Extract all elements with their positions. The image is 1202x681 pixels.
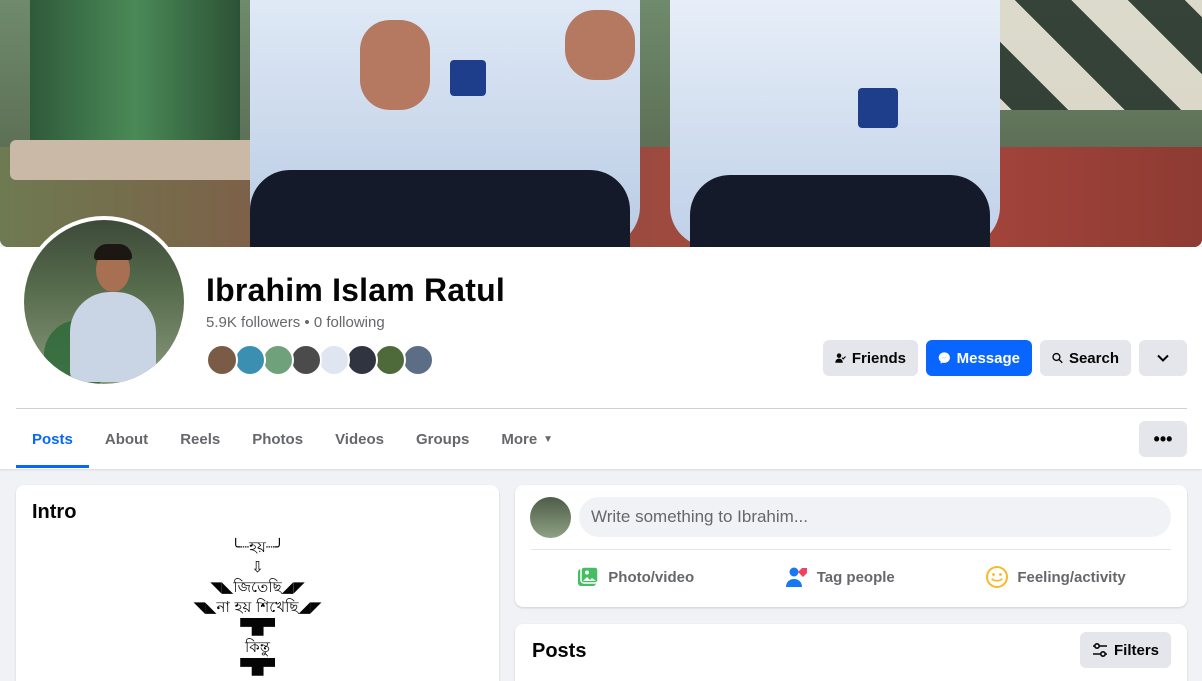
- mutual-friend-avatar[interactable]: [402, 344, 434, 376]
- photo-icon: [578, 566, 600, 586]
- mutual-friend-avatar[interactable]: [234, 344, 266, 376]
- friends-label: Friends: [851, 349, 906, 367]
- search-button[interactable]: Search: [1040, 340, 1131, 376]
- tabs-options-button[interactable]: •••: [1139, 421, 1187, 457]
- cover-hand: [565, 10, 635, 80]
- smiley-icon: [986, 566, 1009, 588]
- filter-sliders-icon: [1092, 642, 1107, 658]
- friends-button[interactable]: Friends: [823, 340, 918, 376]
- followers-link[interactable]: 5.9K followers: [206, 314, 300, 331]
- filters-button[interactable]: Filters: [1079, 632, 1171, 668]
- post-composer: Write something to Ibrahim... Photo/vide…: [515, 485, 1187, 607]
- ellipsis-icon: •••: [1153, 428, 1173, 449]
- tab-groups[interactable]: Groups: [400, 410, 485, 468]
- header-divider: [16, 408, 1187, 409]
- filters-label: Filters: [1113, 641, 1159, 659]
- mutual-friend-avatar[interactable]: [318, 344, 350, 376]
- tab-photos[interactable]: Photos: [236, 410, 319, 468]
- intro-card: Intro ╰┈হয়┈╯ ⇩ ◥◣জিতেছি◢◤ ◥◣না হয় শিখে…: [16, 485, 499, 681]
- profile-avatar[interactable]: [20, 216, 188, 388]
- profile-tabs: Posts About Reels Photos Videos Groups M…: [16, 410, 569, 468]
- posts-section: Posts Filters: [515, 624, 1187, 681]
- person-check-icon: [835, 353, 846, 363]
- chevron-down-icon: [1157, 354, 1169, 362]
- tab-posts[interactable]: Posts: [16, 410, 89, 468]
- tab-more[interactable]: More ▼: [485, 410, 569, 468]
- feeling-activity-button[interactable]: Feeling/activity: [975, 557, 1135, 597]
- mutual-friend-avatar[interactable]: [262, 344, 294, 376]
- tag-people-button[interactable]: Tag people: [775, 557, 905, 597]
- cover-pants-left: [250, 170, 630, 247]
- avatar-shirt: [70, 292, 156, 382]
- message-button[interactable]: Message: [926, 340, 1032, 376]
- profile-name: Ibrahim Islam Ratul: [206, 272, 505, 308]
- posts-title: Posts: [532, 640, 587, 662]
- cover-badge-left: [450, 60, 486, 96]
- intro-bio: ╰┈হয়┈╯ ⇩ ◥◣জিতেছি◢◤ ◥◣না হয় শিখেছি◢◤ ▀…: [193, 538, 322, 676]
- avatar-hair: [94, 244, 132, 260]
- tab-reels[interactable]: Reels: [164, 410, 236, 468]
- tab-about[interactable]: About: [89, 410, 164, 468]
- photo-video-label: Photo/video: [608, 568, 695, 586]
- mutual-friend-avatar[interactable]: [374, 344, 406, 376]
- composer-avatar[interactable]: [530, 497, 571, 538]
- intro-title: Intro: [32, 501, 77, 523]
- profile-dropdown-button[interactable]: [1139, 340, 1187, 376]
- cover-badge-right: [858, 88, 898, 128]
- cover-pillar-base: [10, 140, 260, 180]
- feeling-activity-label: Feeling/activity: [1017, 568, 1126, 586]
- avatar-image: [24, 220, 184, 384]
- composer-input[interactable]: Write something to Ibrahim...: [579, 497, 1171, 537]
- composer-actions: Photo/video Tag people Feeling/activity: [531, 557, 1171, 597]
- cover-hand: [360, 20, 430, 110]
- message-label: Message: [956, 349, 1020, 367]
- messenger-icon: [938, 352, 950, 364]
- tab-more-label: More: [501, 430, 538, 448]
- composer-divider: [531, 549, 1171, 550]
- following-link[interactable]: 0 following: [314, 314, 385, 331]
- mutual-friend-avatar[interactable]: [206, 344, 238, 376]
- stats-separator: •: [300, 314, 314, 331]
- caret-down-icon: ▼: [543, 433, 554, 445]
- tag-people-label: Tag people: [816, 568, 895, 586]
- tab-videos[interactable]: Videos: [319, 410, 400, 468]
- mutual-friend-avatar[interactable]: [290, 344, 322, 376]
- search-label: Search: [1068, 349, 1119, 367]
- mutual-friend-avatar[interactable]: [346, 344, 378, 376]
- photo-video-button[interactable]: Photo/video: [566, 557, 704, 597]
- tag-person-icon: [785, 567, 807, 587]
- mutual-friends: [206, 344, 434, 376]
- cover-photo[interactable]: [0, 0, 1202, 247]
- cover-pants-right: [690, 175, 990, 247]
- search-icon: [1052, 352, 1063, 364]
- profile-stats: 5.9K followers • 0 following: [206, 314, 385, 331]
